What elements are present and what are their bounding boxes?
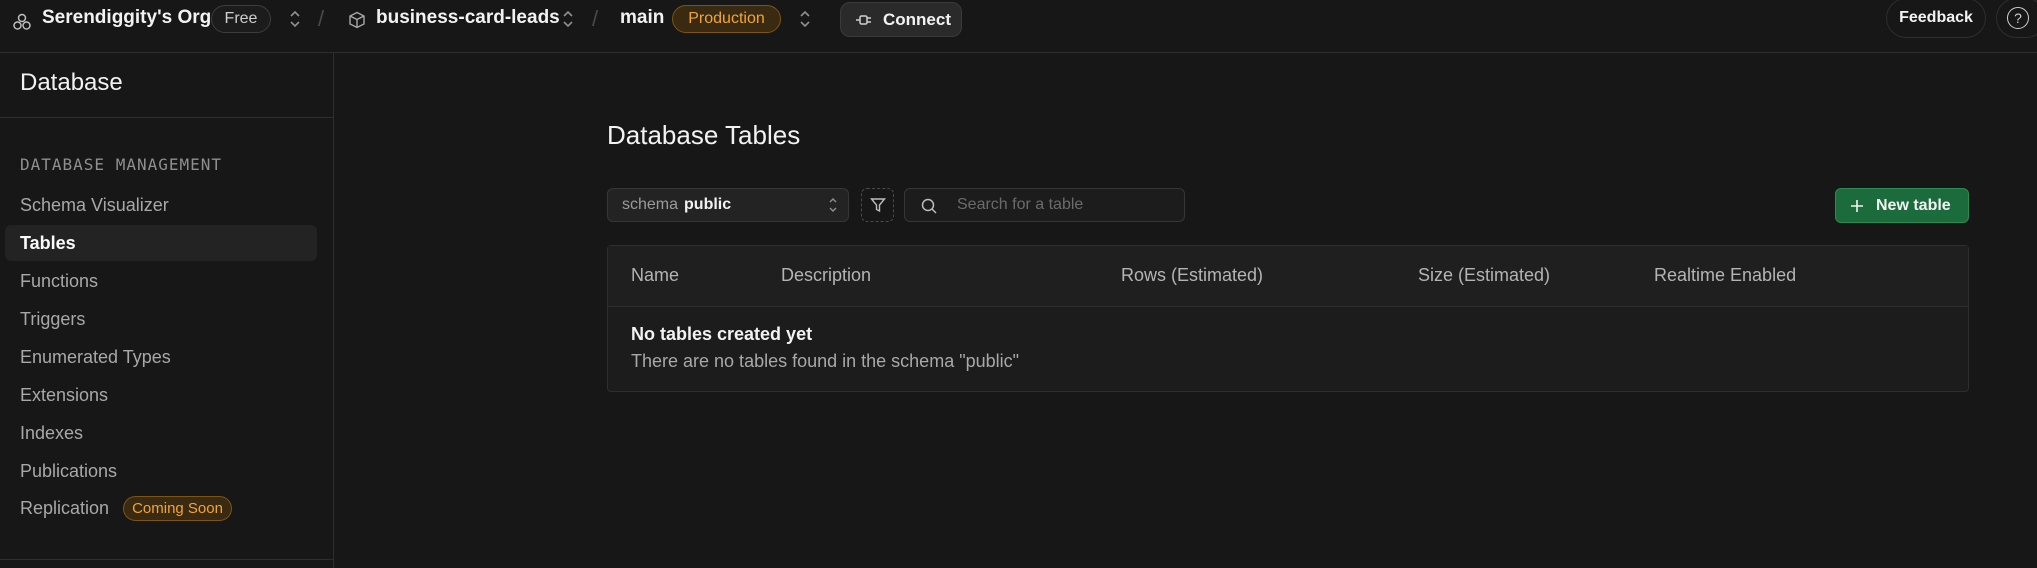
- chevron-updown-icon: [829, 198, 837, 212]
- sidebar-item-schema-visualizer[interactable]: Schema Visualizer: [5, 187, 317, 223]
- tables-table: Name Description Rows (Estimated) Size (…: [607, 245, 1969, 392]
- column-header-realtime[interactable]: Realtime Enabled: [1654, 265, 1796, 286]
- sidebar-item-label: Tables: [20, 232, 76, 253]
- column-header-name[interactable]: Name: [631, 265, 679, 286]
- schema-value: public: [684, 196, 732, 213]
- page-title: Database Tables: [607, 120, 801, 150]
- sidebar-item-tables[interactable]: Tables: [5, 225, 317, 261]
- cube-icon: [349, 11, 365, 29]
- org-icon: [13, 13, 31, 30]
- divider: [0, 117, 334, 118]
- sidebar-item-triggers[interactable]: Triggers: [5, 301, 317, 337]
- divider: [0, 559, 334, 560]
- chevron-updown-icon[interactable]: [799, 10, 811, 28]
- breadcrumb-separator: /: [592, 6, 599, 31]
- sidebar-item-functions[interactable]: Functions: [5, 263, 317, 299]
- search-input[interactable]: [957, 193, 1172, 217]
- schema-select[interactable]: schema public: [607, 188, 849, 222]
- filter-button[interactable]: [861, 188, 894, 222]
- plug-icon: [856, 14, 871, 25]
- empty-state-title: No tables created yet: [631, 324, 813, 344]
- top-bar: Serendiggity's Org Free / business-card-…: [0, 0, 2037, 53]
- empty-state-description: There are no tables found in the schema …: [631, 351, 1020, 371]
- breadcrumb-separator: /: [318, 6, 325, 31]
- column-header-rows[interactable]: Rows (Estimated): [1121, 265, 1263, 286]
- plan-badge: Free: [211, 5, 271, 33]
- org-name[interactable]: Serendiggity's Org: [42, 7, 211, 29]
- sidebar-item-replication[interactable]: Replication Coming Soon: [5, 490, 317, 526]
- feedback-button[interactable]: Feedback: [1886, 0, 1986, 38]
- sidebar-item-extensions[interactable]: Extensions: [5, 377, 317, 413]
- sidebar-item-indexes[interactable]: Indexes: [5, 415, 317, 451]
- sidebar-item-label: Publications: [20, 460, 118, 481]
- sidebar-item-publications[interactable]: Publications: [5, 453, 317, 489]
- help-icon: ?: [2007, 7, 2029, 29]
- connect-label: Connect: [883, 9, 951, 29]
- project-name[interactable]: business-card-leads: [376, 7, 560, 29]
- sidebar-item-enumerated-types[interactable]: Enumerated Types: [5, 339, 317, 375]
- sidebar-item-label: Extensions: [20, 384, 109, 405]
- sidebar-item-label: Schema Visualizer: [20, 194, 169, 215]
- chevron-updown-icon[interactable]: [289, 10, 301, 28]
- schema-label: schema: [622, 196, 679, 213]
- table-header: Name Description Rows (Estimated) Size (…: [608, 246, 1968, 307]
- new-table-label: New table: [1876, 196, 1951, 214]
- coming-soon-badge: Coming Soon: [123, 495, 232, 521]
- filter-icon: [869, 198, 886, 213]
- plus-icon: [1851, 199, 1863, 212]
- search-icon: [921, 198, 937, 214]
- sidebar: Database DATABASE MANAGEMENT Schema Visu…: [0, 53, 334, 568]
- column-header-size[interactable]: Size (Estimated): [1418, 265, 1550, 286]
- chevron-updown-icon[interactable]: [562, 10, 574, 28]
- environment-badge: Production: [672, 5, 781, 33]
- connect-button[interactable]: Connect: [840, 2, 962, 37]
- branch-name[interactable]: main: [620, 7, 664, 29]
- sidebar-item-label: Enumerated Types: [20, 346, 171, 367]
- column-header-description[interactable]: Description: [781, 265, 871, 286]
- sidebar-item-label: Functions: [20, 270, 99, 291]
- search-box: [904, 188, 1185, 222]
- sidebar-item-label: Replication: [20, 497, 110, 518]
- sidebar-title: Database: [20, 69, 123, 96]
- new-table-button[interactable]: New table: [1835, 188, 1969, 223]
- sidebar-item-label: Triggers: [20, 308, 86, 329]
- help-button[interactable]: ?: [1996, 0, 2037, 38]
- sidebar-item-label: Indexes: [20, 422, 84, 443]
- section-label: DATABASE MANAGEMENT: [20, 155, 223, 174]
